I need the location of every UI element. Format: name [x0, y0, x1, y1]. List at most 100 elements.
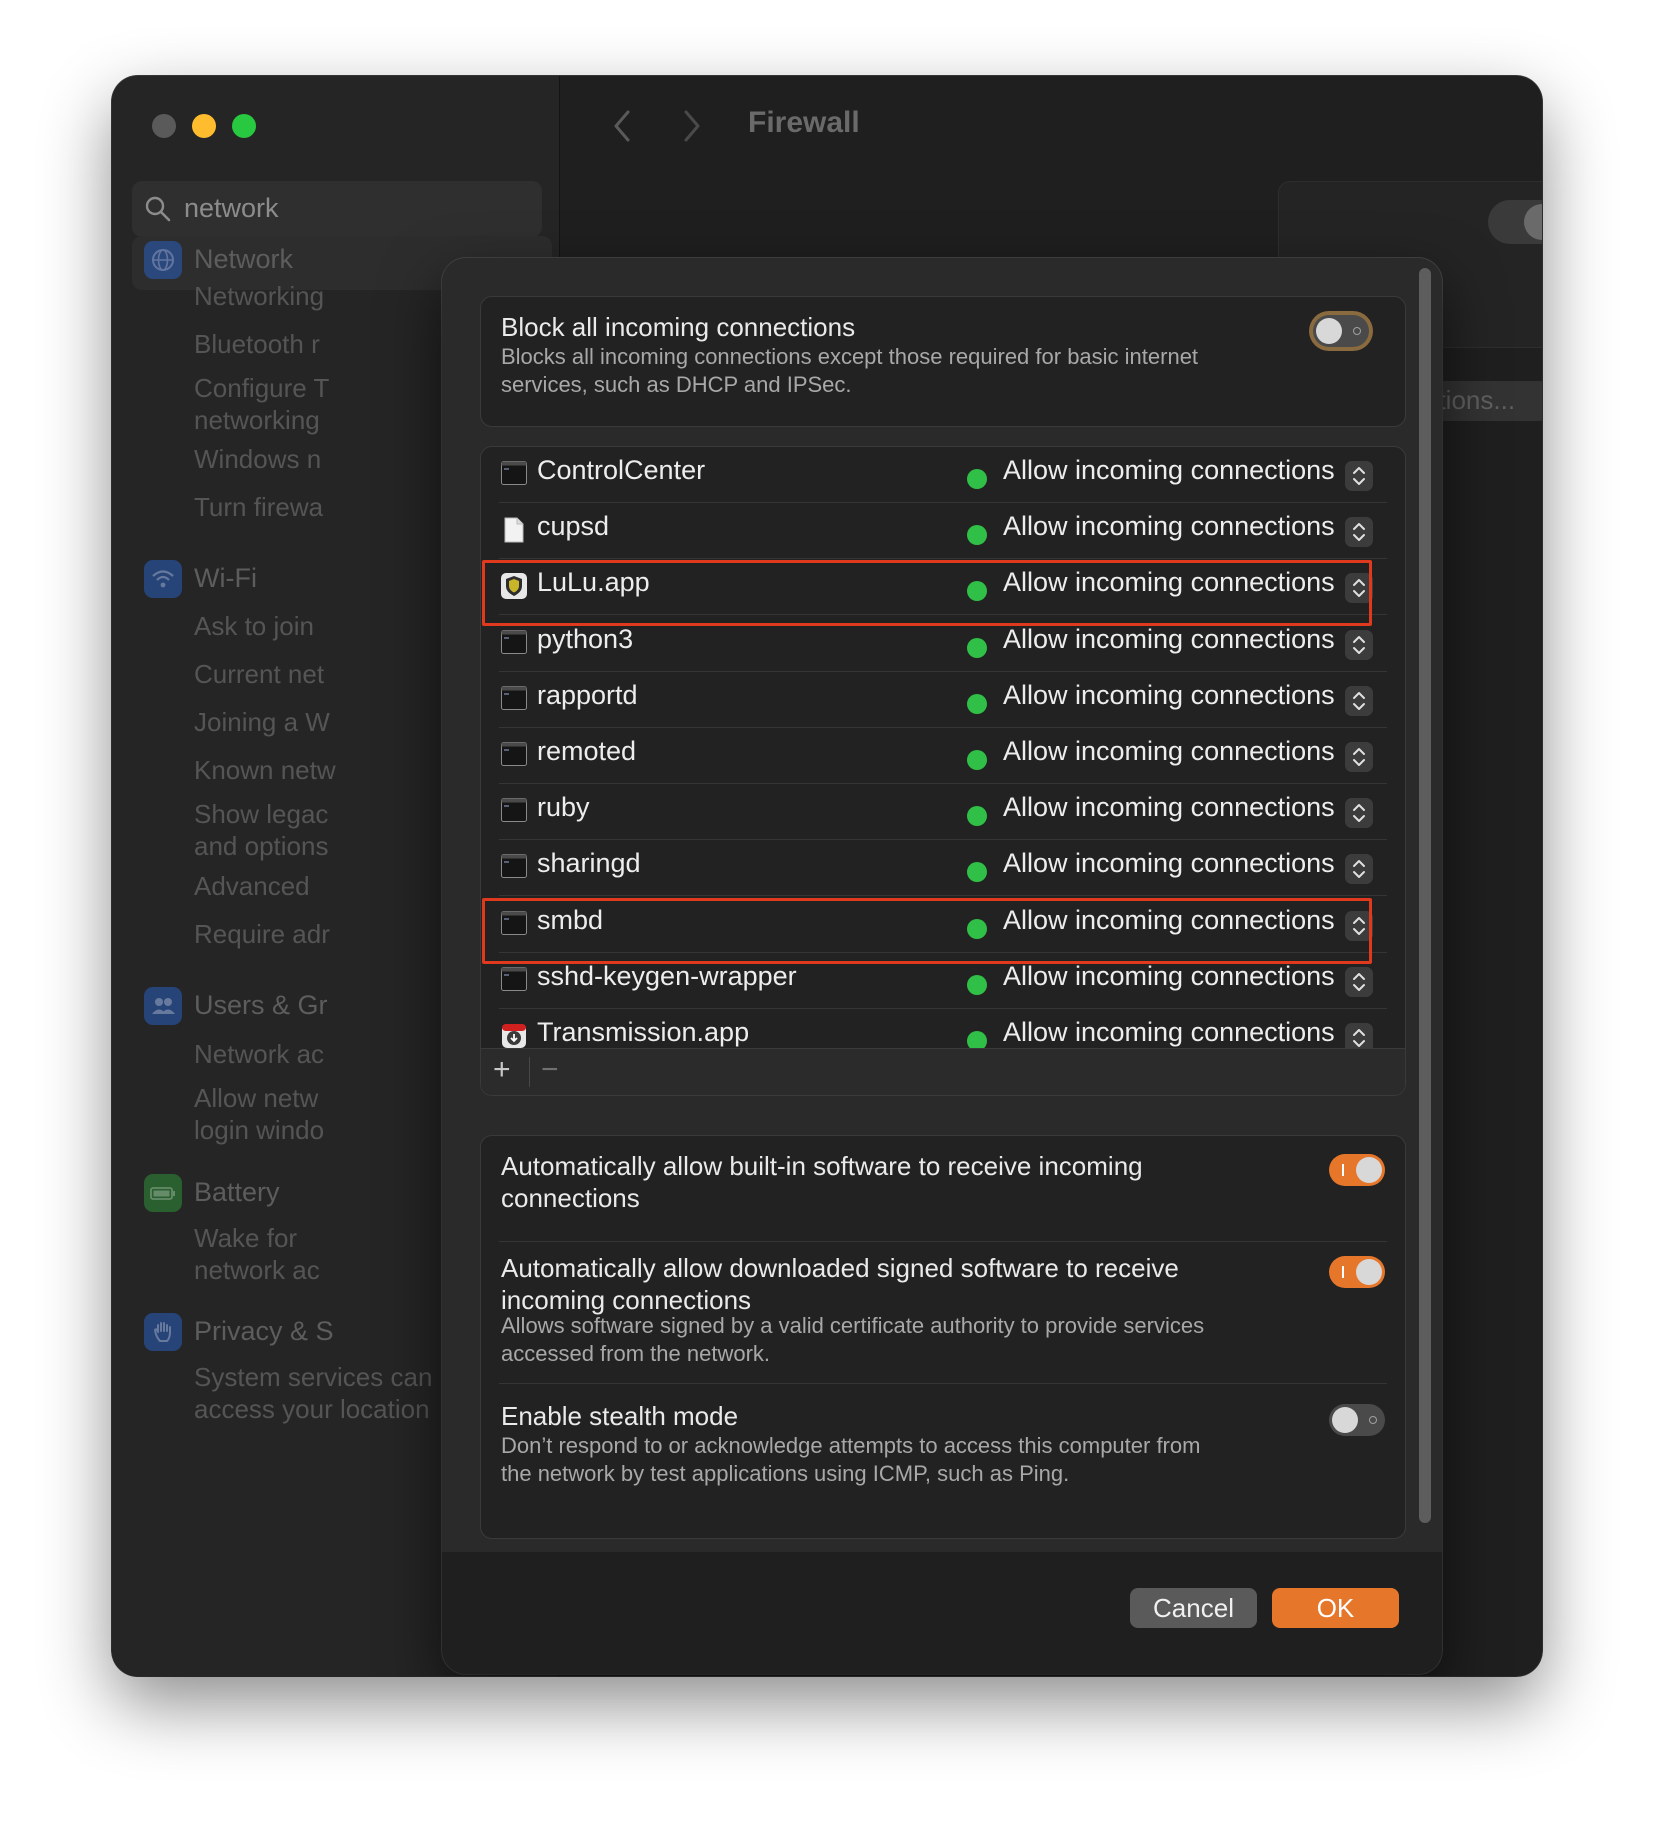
connection-policy-select[interactable]: Allow incoming connections	[1003, 961, 1335, 992]
app-row-remoted[interactable]: remoted Allow incoming connections	[481, 728, 1405, 784]
app-row-cupsd[interactable]: cupsd Allow incoming connections	[481, 503, 1405, 560]
app-row-rapportd[interactable]: rapportd Allow incoming connections	[481, 672, 1405, 728]
sidebar-result-item[interactable]: Turn firewa	[194, 491, 323, 523]
toggle-knob	[1356, 1157, 1382, 1183]
sidebar-item-users[interactable]: Users & Gr	[194, 990, 328, 1021]
auto-builtin-title: Automatically allow built-in software to…	[501, 1151, 1143, 1213]
sidebar-result-item[interactable]: Networking	[194, 280, 324, 312]
connection-policy-select[interactable]: Allow incoming connections	[1003, 848, 1335, 879]
sidebar-result-item[interactable]: Network ac	[194, 1038, 324, 1070]
ok-button[interactable]: OK	[1272, 1588, 1399, 1628]
stealth-mode-toggle[interactable]	[1329, 1404, 1385, 1436]
firewall-options-sheet: Block all incoming connections Blocks al…	[442, 258, 1442, 1674]
app-name: sshd-keygen-wrapper	[537, 960, 797, 991]
status-dot-icon	[967, 469, 987, 489]
close-window-button[interactable]	[152, 114, 176, 138]
connection-policy-select[interactable]: Allow incoming connections	[1003, 1017, 1335, 1048]
hand-icon	[144, 1313, 182, 1351]
zoom-window-button[interactable]	[232, 114, 256, 138]
connection-policy-select[interactable]: Allow incoming connections	[1003, 624, 1335, 655]
remove-app-button[interactable]: −	[541, 1053, 559, 1087]
up-down-chevron-icon[interactable]	[1345, 798, 1373, 829]
sidebar-result-item[interactable]: Require adr	[194, 918, 330, 950]
back-chevron-icon[interactable]	[610, 108, 634, 144]
toggle-knob	[1356, 1259, 1382, 1285]
app-name: Transmission.app	[537, 1017, 750, 1047]
sheet-scrollbar[interactable]	[1419, 268, 1431, 1523]
app-row-sharingd[interactable]: sharingd Allow incoming connections	[481, 840, 1405, 897]
sidebar-result-item[interactable]: Wake for network ac	[194, 1222, 320, 1286]
connection-policy-select[interactable]: Allow incoming connections	[1003, 736, 1335, 767]
app-list: ControlCenter Allow incoming connections c…	[480, 446, 1406, 1096]
app-name: ruby	[537, 792, 590, 823]
battery-icon	[144, 1174, 182, 1212]
app-name: cupsd	[537, 511, 610, 542]
connection-policy-select[interactable]: Allow incoming connections	[1003, 567, 1335, 598]
sidebar-result-item[interactable]: Known netw	[194, 754, 336, 786]
app-row-controlcenter[interactable]: ControlCenter Allow incoming connections	[481, 447, 1405, 503]
up-down-chevron-icon[interactable]	[1345, 517, 1373, 548]
sidebar-result-item[interactable]: Allow netw login windo	[194, 1082, 324, 1146]
connection-policy-select[interactable]: Allow incoming connections	[1003, 511, 1335, 542]
firewall-toggle[interactable]	[1488, 200, 1542, 244]
up-down-chevron-icon[interactable]	[1345, 910, 1373, 941]
app-name: smbd	[537, 904, 604, 935]
app-row-ruby[interactable]: ruby Allow incoming connections	[481, 784, 1405, 841]
search-icon	[145, 196, 171, 222]
wifi-icon	[144, 560, 182, 598]
up-down-chevron-icon[interactable]	[1345, 966, 1373, 997]
footer-divider	[529, 1057, 530, 1087]
auto-builtin-setting: Automatically allow built-in software to…	[481, 1136, 1405, 1242]
status-dot-icon	[967, 862, 987, 883]
auto-builtin-toggle[interactable]	[1329, 1154, 1385, 1186]
connection-policy-select[interactable]: Allow incoming connections	[1003, 455, 1335, 486]
sidebar-item-network[interactable]: Network	[194, 244, 293, 275]
sidebar-item-battery[interactable]: Battery	[194, 1177, 280, 1208]
connection-policy-select[interactable]: Allow incoming connections	[1003, 792, 1335, 823]
terminal-icon	[501, 629, 527, 654]
lulu-shield-icon	[501, 573, 527, 600]
minimize-window-button[interactable]	[192, 114, 216, 138]
terminal-icon	[501, 742, 527, 766]
sidebar-result-item[interactable]: Current net	[194, 658, 324, 690]
up-down-chevron-icon[interactable]	[1345, 573, 1373, 604]
app-row-sshd-keygen-wrapper[interactable]: sshd-keygen-wrapper Allow incoming connec…	[481, 953, 1405, 1009]
search-input[interactable]: network	[184, 193, 279, 224]
auto-signed-setting: Automatically allow downloaded signed so…	[481, 1242, 1405, 1384]
app-row-lulu-app[interactable]: LuLu.app Allow incoming connections	[481, 559, 1405, 616]
up-down-chevron-icon[interactable]	[1345, 685, 1373, 716]
sidebar-item-privacy[interactable]: Privacy & S	[194, 1316, 334, 1347]
terminal-icon	[501, 910, 527, 935]
sidebar-result-item[interactable]: Show legac and options	[194, 798, 328, 862]
up-down-chevron-icon[interactable]	[1345, 854, 1373, 885]
stealth-mode-title: Enable stealth mode	[501, 1401, 739, 1431]
app-row-smbd[interactable]: smbd Allow incoming connections	[481, 897, 1405, 953]
connection-policy-select[interactable]: Allow incoming connections	[1003, 905, 1335, 936]
sidebar-result-item[interactable]: System services can access your location	[194, 1361, 432, 1425]
search-field[interactable]: network	[132, 181, 542, 237]
up-down-chevron-icon[interactable]	[1345, 461, 1373, 491]
users-icon	[144, 987, 182, 1025]
sidebar-item-wifi[interactable]: Wi-Fi	[194, 563, 257, 594]
block-all-toggle[interactable]	[1313, 315, 1369, 347]
status-dot-icon	[967, 581, 987, 602]
auto-signed-toggle[interactable]	[1329, 1256, 1385, 1288]
sidebar-result-item[interactable]: Advanced	[194, 870, 310, 902]
sidebar-result-item[interactable]: Bluetooth r	[194, 328, 320, 360]
app-row-python3[interactable]: python3 Allow incoming connections	[481, 616, 1405, 672]
add-app-button[interactable]: +	[493, 1053, 511, 1087]
up-down-chevron-icon[interactable]	[1345, 742, 1373, 772]
app-name: LuLu.app	[537, 567, 650, 598]
globe-icon	[144, 241, 182, 279]
sidebar-result-item[interactable]: Windows n	[194, 443, 321, 475]
cancel-button[interactable]: Cancel	[1130, 1588, 1257, 1628]
sidebar-result-item[interactable]: Ask to join	[194, 610, 314, 642]
sidebar-result-item[interactable]: Joining a W	[194, 706, 330, 738]
status-dot-icon	[967, 806, 987, 827]
forward-chevron-icon[interactable]	[680, 108, 704, 144]
sidebar-result-item[interactable]: Configure T networking	[194, 372, 329, 436]
page-title: Firewall	[748, 106, 860, 139]
connection-policy-select[interactable]: Allow incoming connections	[1003, 680, 1335, 711]
up-down-chevron-icon[interactable]	[1345, 629, 1373, 660]
auto-allow-settings: Automatically allow built-in software to…	[480, 1135, 1406, 1539]
